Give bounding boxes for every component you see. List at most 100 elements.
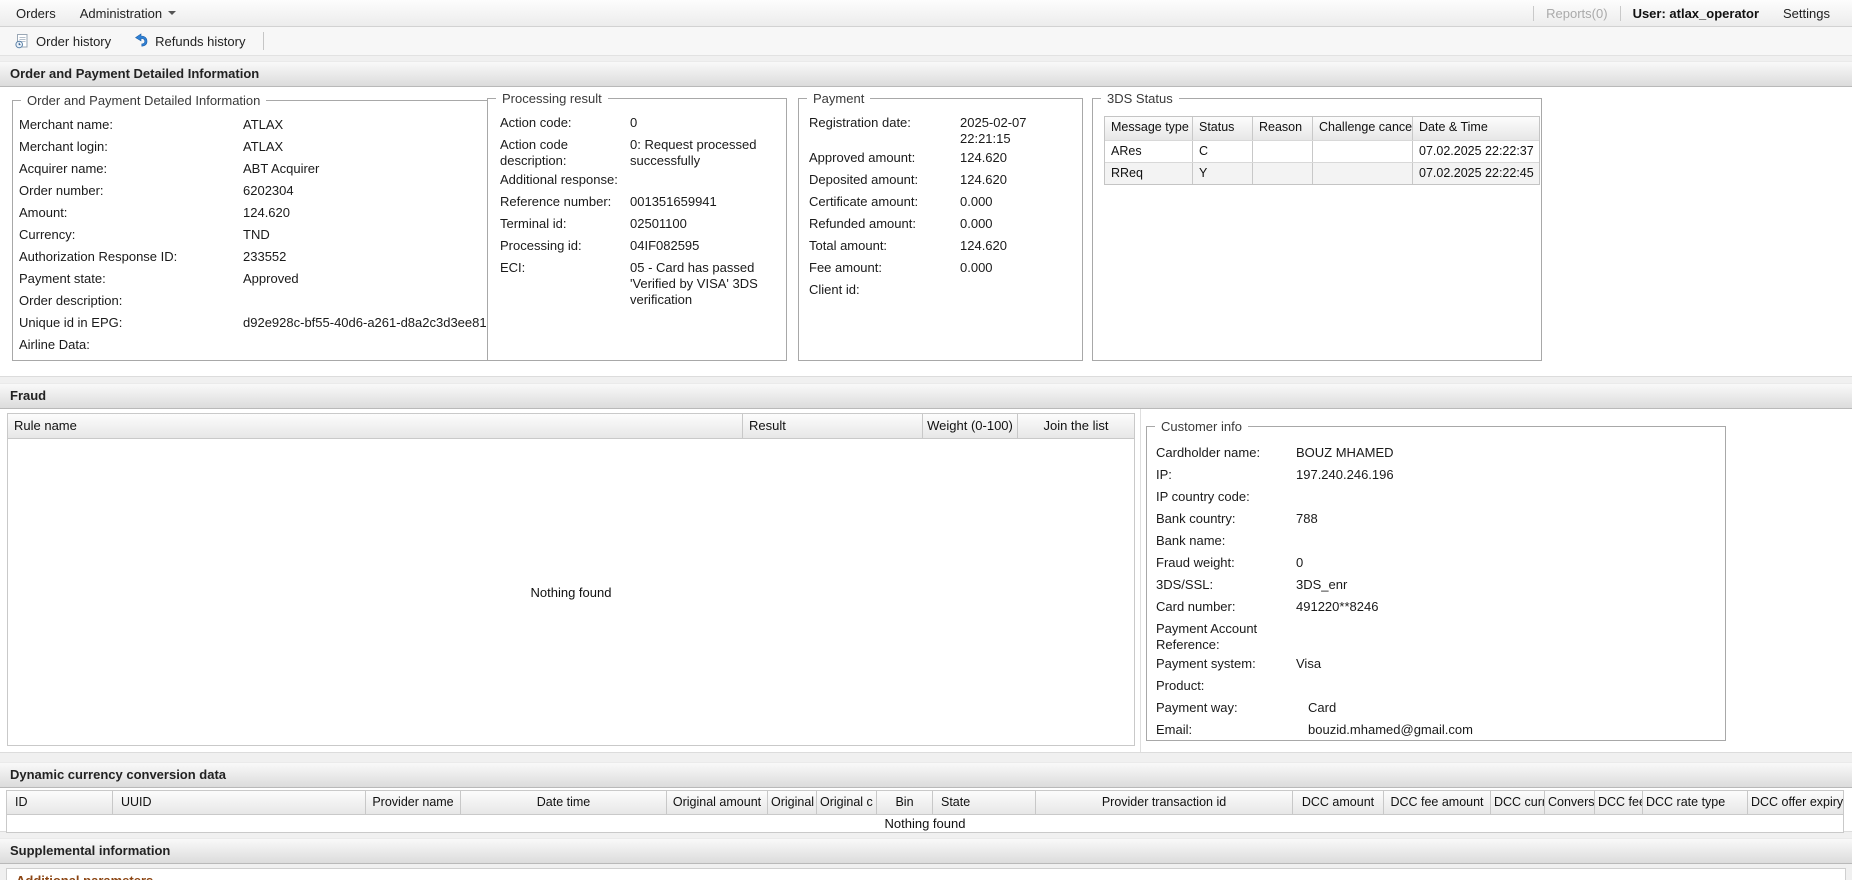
3ds-cell-status: C: [1193, 141, 1253, 162]
field-value: 0.000: [960, 216, 1078, 232]
info-row: 3DS/SSL: 3DS_enr: [1156, 574, 1721, 596]
fraud-column-header: Join the list: [1018, 414, 1134, 438]
customer-info-legend: Customer info: [1155, 419, 1248, 434]
order-details-screen: Orders Administration Reports(0) User: a…: [0, 0, 1852, 880]
3ds-column-header: Message type: [1105, 117, 1193, 140]
info-row: Additional response:: [500, 169, 782, 191]
order-info-fieldset: Order and Payment Detailed Information M…: [12, 93, 492, 361]
field-label: Payment system:: [1156, 656, 1296, 672]
field-label: Payment Account Reference:: [1156, 621, 1296, 653]
field-label: Airline Data:: [19, 337, 243, 353]
field-label: Payment state:: [19, 271, 243, 287]
field-value: 0: [630, 115, 782, 131]
dcc-panel: IDUUIDProvider nameDate timeOriginal amo…: [0, 788, 1852, 832]
3ds-column-header: Date & Time: [1413, 117, 1539, 140]
info-row: Merchant name: ATLAX: [19, 114, 487, 136]
field-value: TND: [243, 227, 487, 243]
menu-orders[interactable]: Orders: [4, 0, 68, 26]
field-label: Bank name:: [1156, 533, 1296, 549]
info-row: Processing id: 04IF082595: [500, 235, 782, 257]
info-row: Refunded amount: 0.000: [809, 213, 1078, 235]
field-value: 124.620: [960, 172, 1078, 188]
info-row: Acquirer name: ABT Acquirer: [19, 158, 487, 180]
menu-reports[interactable]: Reports(0): [1546, 6, 1607, 21]
chevron-down-icon: [168, 11, 176, 15]
info-row: Bank name:: [1156, 530, 1721, 552]
field-label: ECI:: [500, 260, 630, 276]
refunds-history-icon: [133, 33, 149, 49]
info-row: Currency: TND: [19, 224, 487, 246]
dcc-column-header: ID: [7, 791, 113, 814]
info-row: Action code description: 0: Request proc…: [500, 134, 782, 169]
field-value: 124.620: [960, 150, 1078, 166]
field-label: IP country code:: [1156, 489, 1296, 505]
field-value: 788: [1296, 511, 1721, 527]
dcc-column-header: Date time: [461, 791, 667, 814]
3ds-column-header: Reason: [1253, 117, 1313, 140]
info-row: Reference number: 001351659941: [500, 191, 782, 213]
info-row: ECI: 05 - Card has passed 'Verified by V…: [500, 257, 782, 308]
menu-settings[interactable]: Settings: [1771, 0, 1842, 26]
field-value: bouzid.mhamed@gmail.com: [1296, 722, 1721, 738]
3ds-column-header: Status: [1193, 117, 1253, 140]
field-label: Fraud weight:: [1156, 555, 1296, 571]
field-label: Fee amount:: [809, 260, 960, 276]
info-row: Order number: 6202304: [19, 180, 487, 202]
dcc-column-header: DCC fee amount: [1384, 791, 1491, 814]
field-label: Refunded amount:: [809, 216, 960, 232]
field-label: IP:: [1156, 467, 1296, 483]
field-label: Product:: [1156, 678, 1296, 694]
fraud-column-header: Rule name: [8, 414, 743, 438]
info-row: Fraud weight: 0: [1156, 552, 1721, 574]
dcc-column-header: Original f: [768, 791, 817, 814]
3ds-cell-reason: [1253, 141, 1313, 162]
field-label: Terminal id:: [500, 216, 630, 232]
user-label: User: atlax_operator: [1633, 6, 1759, 21]
field-label: Processing id:: [500, 238, 630, 254]
order-history-button[interactable]: Order history: [6, 30, 119, 52]
info-row: Order description:: [19, 290, 487, 312]
refunds-history-label: Refunds history: [155, 34, 245, 49]
info-row: Card number: 491220**8246: [1156, 596, 1721, 618]
dcc-header-row: IDUUIDProvider nameDate timeOriginal amo…: [7, 791, 1843, 814]
dcc-column-header: Original amount: [667, 791, 768, 814]
field-value: 124.620: [960, 238, 1078, 254]
dcc-column-header: Conversi: [1545, 791, 1595, 814]
field-label: Reference number:: [500, 194, 630, 210]
section-header-fraud: Fraud: [0, 383, 1852, 409]
field-label: Merchant login:: [19, 139, 243, 155]
order-history-icon: [14, 33, 30, 49]
field-label: Approved amount:: [809, 150, 960, 166]
field-value: 124.620: [243, 205, 487, 221]
3ds-row: ARes C 07.02.2025 22:22:37: [1105, 141, 1539, 163]
info-row: Merchant login: ATLAX: [19, 136, 487, 158]
3ds-cell-status: Y: [1193, 163, 1253, 184]
dcc-column-header: UUID: [113, 791, 366, 814]
field-value: 3DS_enr: [1296, 577, 1721, 593]
3ds-cell-datetime: 07.02.2025 22:22:45: [1413, 163, 1539, 184]
field-value: 02501100: [630, 216, 782, 232]
field-label: Currency:: [19, 227, 243, 243]
dcc-column-header: DCC offer expiry: [1748, 791, 1843, 814]
3ds-status-legend: 3DS Status: [1101, 91, 1179, 106]
menu-administration[interactable]: Administration: [68, 0, 188, 26]
dcc-column-header: Original c: [817, 791, 877, 814]
additional-parameters-header: Additional parameters: [6, 868, 1846, 880]
dcc-column-header: Bin: [877, 791, 933, 814]
3ds-row: RReq Y 07.02.2025 22:22:45: [1105, 163, 1539, 184]
info-row: Terminal id: 02501100: [500, 213, 782, 235]
3ds-cell-message-type: RReq: [1105, 163, 1193, 184]
processing-result-legend: Processing result: [496, 91, 608, 106]
info-row: Client id:: [809, 279, 1078, 301]
field-label: Order description:: [19, 293, 243, 309]
dcc-column-header: Provider transaction id: [1036, 791, 1293, 814]
dcc-column-header: DCC fee: [1595, 791, 1643, 814]
field-value: ATLAX: [243, 139, 487, 155]
field-value: 05 - Card has passed 'Verified by VISA' …: [630, 260, 782, 308]
toolbar-separator: [263, 32, 264, 50]
refunds-history-button[interactable]: Refunds history: [125, 30, 253, 52]
info-row: Total amount: 124.620: [809, 235, 1078, 257]
dcc-column-header: DCC rate type: [1643, 791, 1748, 814]
3ds-status-table: Message typeStatusReasonChallenge cancel…: [1104, 116, 1540, 185]
field-label: Additional response:: [500, 172, 630, 188]
